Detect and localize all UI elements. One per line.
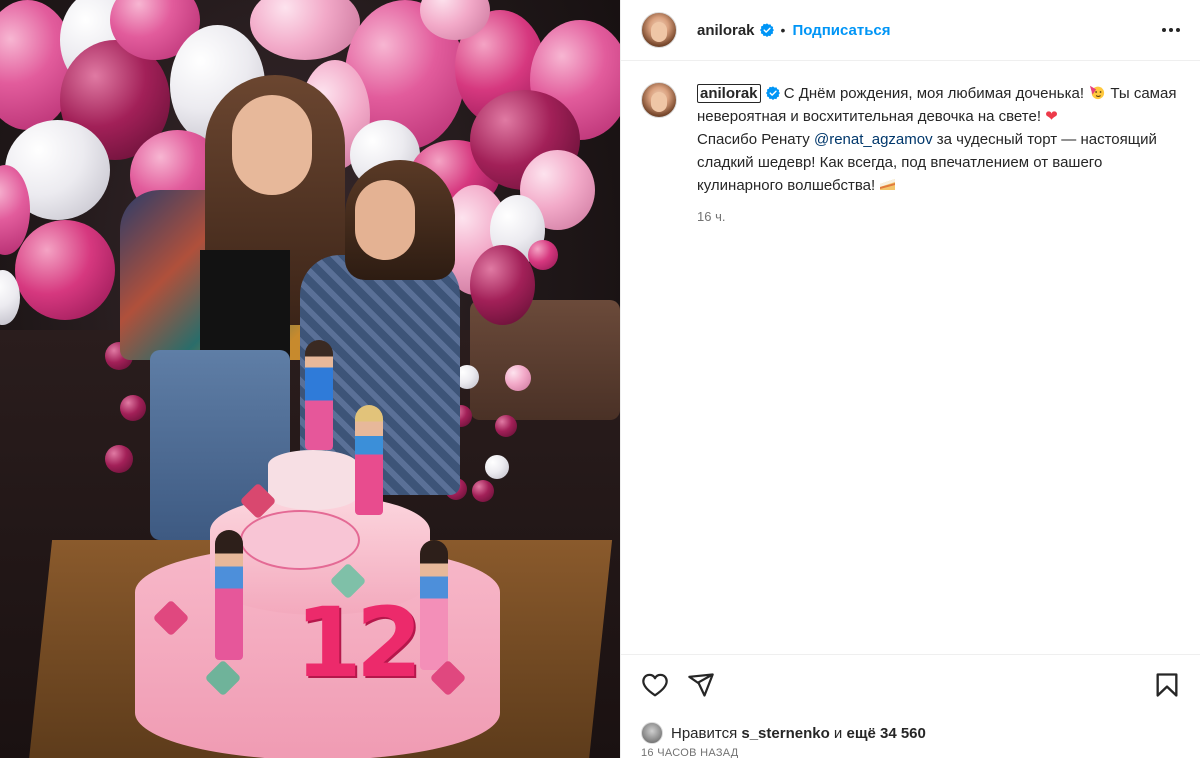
follow-button[interactable]: Подписаться: [792, 22, 890, 39]
cake-figurine: [355, 405, 383, 515]
balloon: [105, 445, 133, 473]
balloon: [505, 365, 531, 391]
likes-prefix: Нравится: [671, 724, 738, 742]
post-caption: anilorak С Днём рождения, моя любимая до…: [641, 82, 1181, 228]
post-photo[interactable]: 12: [0, 0, 620, 758]
more-options-icon[interactable]: [1159, 18, 1183, 42]
bookmark-icon[interactable]: [1153, 671, 1181, 699]
balloon: [495, 415, 517, 437]
cake-top-tier: [268, 450, 358, 510]
caption-avatar[interactable]: [641, 82, 677, 118]
cake-figurine: [305, 340, 333, 450]
red-heart-emoji-icon: ❤: [1045, 108, 1058, 125]
balloon: [528, 240, 558, 270]
post-actions-bar: Нравится s_sternenko и ещё 34 560 16 ЧАС…: [621, 654, 1200, 758]
caption-body: anilorak С Днём рождения, моя любимая до…: [697, 82, 1177, 228]
verified-badge-icon: [759, 23, 774, 37]
caption-time-ago[interactable]: 16 ч.: [697, 205, 1177, 228]
author-username[interactable]: anilorak: [697, 22, 755, 39]
likes-connector: и: [833, 724, 843, 742]
cake-figurine: [215, 530, 243, 660]
caption-username[interactable]: anilorak: [697, 84, 761, 103]
cake-figurine: [420, 540, 448, 670]
likes-count[interactable]: ещё 34 560: [846, 725, 925, 742]
header-separator: •: [780, 22, 786, 38]
balloon: [472, 480, 494, 502]
balloon: [250, 0, 360, 60]
author-avatar[interactable]: [641, 12, 677, 48]
woman-face: [232, 95, 312, 195]
liker-username[interactable]: s_sternenko: [741, 725, 829, 742]
balloon: [120, 395, 146, 421]
cake-slice-emoji-icon: [880, 179, 896, 190]
woman-top: [200, 250, 290, 360]
post-side-panel: anilorak • Подписаться anilorak С Днём р…: [620, 0, 1200, 758]
party-face-emoji-icon: [1090, 85, 1105, 100]
caption-text-3: Спасибо Ренату: [697, 131, 810, 148]
verified-badge-icon: [765, 86, 780, 100]
caption-text-1: С Днём рождения, моя любимая доченька!: [783, 85, 1085, 102]
mention-link[interactable]: @renat_agzamov: [814, 131, 933, 148]
girl-face: [355, 180, 415, 260]
instagram-post: 12 anilorak • Подписаться anilorak С Днё…: [0, 0, 1200, 758]
cake-number: 12: [295, 587, 423, 699]
balloon: [485, 455, 509, 479]
heart-icon[interactable]: [641, 671, 669, 699]
cake-plaque: [240, 510, 360, 570]
post-header: anilorak • Подписаться: [621, 0, 1200, 61]
share-icon[interactable]: [687, 671, 715, 699]
post-timestamp[interactable]: 16 ЧАСОВ НАЗАД: [641, 747, 739, 758]
balloon: [470, 245, 535, 325]
likes-summary[interactable]: Нравится s_sternenko и ещё 34 560: [641, 722, 926, 744]
balloon: [15, 220, 115, 320]
liker-avatar[interactable]: [641, 722, 663, 744]
